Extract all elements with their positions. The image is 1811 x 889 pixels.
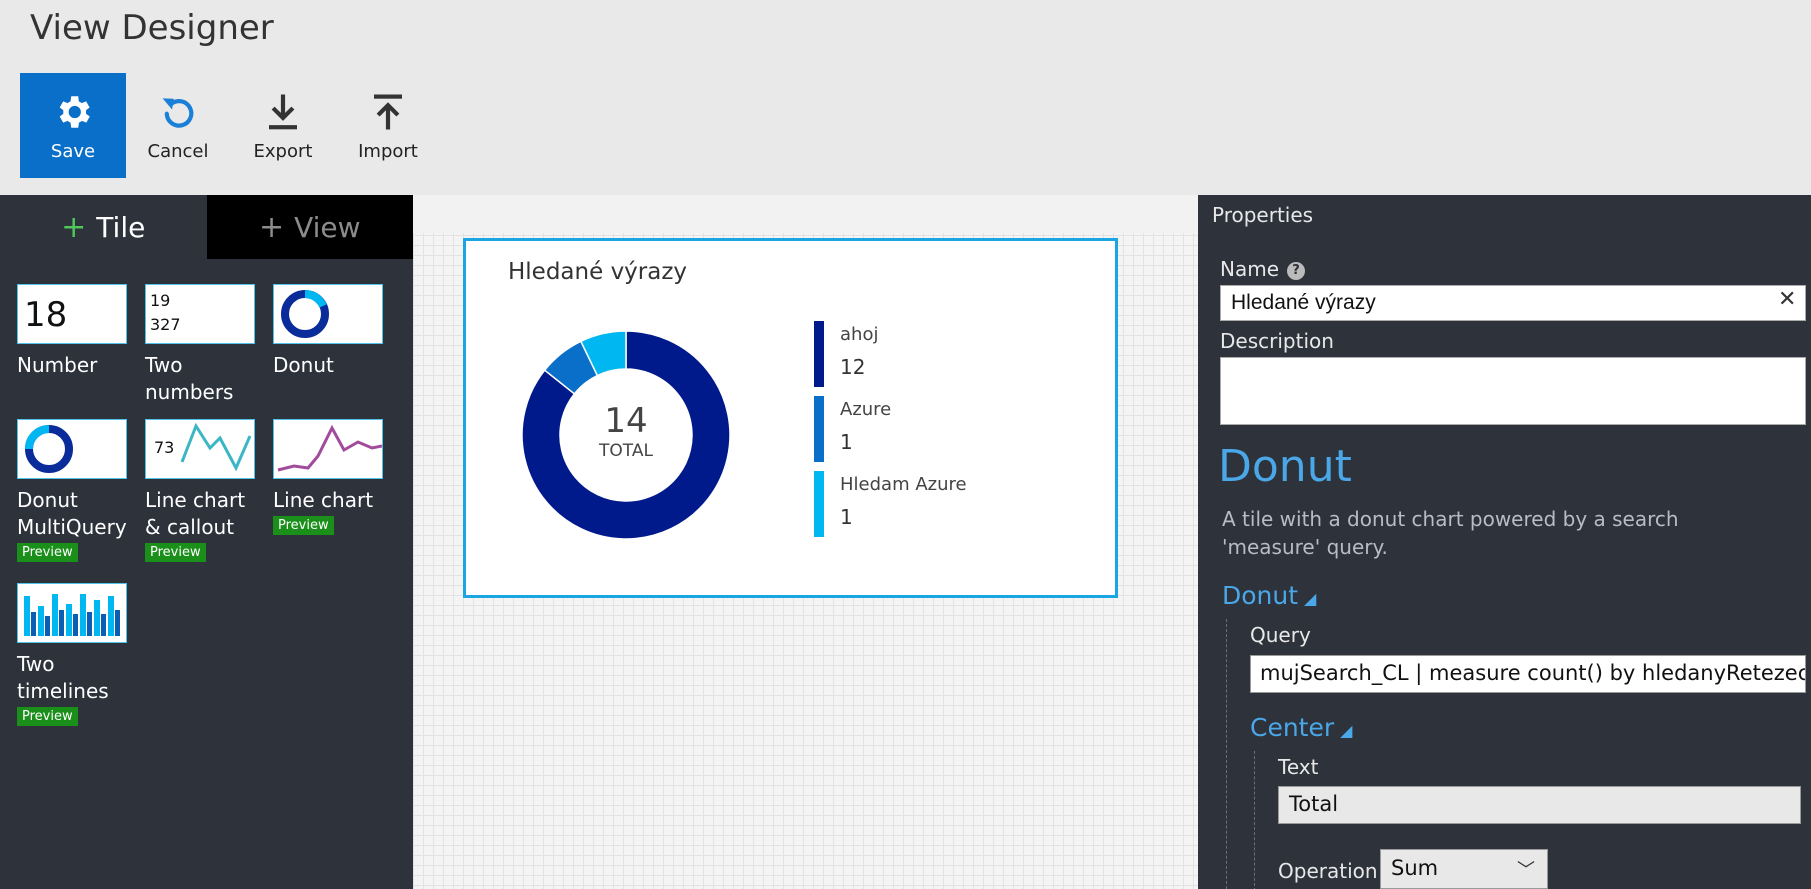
tile-thumbnail: 18 [17,284,127,344]
operation-label: Operation [1278,859,1378,883]
line-chart-thumbnail-icon [277,424,382,472]
legend-name: Hledam Azure [840,474,967,495]
design-canvas[interactable]: Hledané výrazy 14 TOTAL ahoj 12 Azure 1 … [413,195,1198,889]
tile-label: Donut [273,353,334,377]
tile-label: Line chart [273,488,374,512]
plus-icon: + [61,209,87,245]
preview-badge: Preview [17,707,78,726]
properties-panel: Properties Name? ✕ Description Donut A t… [1198,195,1811,889]
tab-tile[interactable]: + Tile [0,195,207,259]
preview-badge: Preview [273,516,334,535]
tile-type-heading: Donut [1218,441,1352,492]
name-input[interactable] [1220,285,1806,321]
page-title: View Designer [30,8,274,48]
timeline-thumbnail-icon [24,594,120,636]
thumb-number-bottom: 327 [150,315,181,334]
legend-name: ahoj [840,324,879,345]
donut-group-title: Donut [1222,581,1299,610]
indent-guide [1226,619,1227,889]
tile-label: Two timelines [17,652,109,703]
thumb-number-top: 19 [150,291,171,310]
cancel-label: Cancel [147,140,209,162]
cancel-button[interactable]: Cancel [125,73,231,178]
gallery-tabs: + Tile + View [0,195,413,259]
operation-value: Sum [1391,856,1439,880]
save-label: Save [50,140,96,162]
preview-badge: Preview [145,543,206,562]
legend-value: 12 [840,355,866,379]
chevron-down-icon: ﹀ [1517,860,1535,881]
query-input[interactable]: mujSearch_CL | measure count() by hledan… [1250,655,1806,693]
gear-icon [59,95,90,128]
query-label: Query [1250,623,1311,647]
tile-thumbnail [17,583,127,643]
import-label: Import [358,140,418,162]
legend-value: 1 [840,505,853,529]
donut-tile-card[interactable]: Hledané výrazy 14 TOTAL ahoj 12 Azure 1 … [463,238,1118,598]
legend-swatch [814,396,824,462]
export-button[interactable]: Export [230,73,336,178]
indent-guide [1254,751,1255,889]
line-chart-thumbnail-icon [180,422,252,472]
export-label: Export [253,140,313,162]
tile-number[interactable]: 18 Number [17,284,127,379]
description-label: Description [1220,329,1334,353]
clear-icon[interactable]: ✕ [1778,287,1796,312]
thumb-number: 18 [24,295,68,335]
tile-donut[interactable]: Donut [273,284,383,379]
collapse-triangle-icon: ◢ [1340,721,1353,740]
donut-thumbnail-icon [25,425,73,473]
tab-view[interactable]: + View [206,195,413,259]
operation-select[interactable]: Sum ﹀ [1380,849,1548,889]
header: View Designer Save Cancel Export Import [0,0,1811,195]
tile-thumbnail [273,419,383,479]
collapse-triangle-icon: ◢ [1304,589,1317,608]
tile-thumbnail: 19 327 [145,284,255,344]
tile-label: Two numbers [145,353,234,404]
upload-icon [374,94,402,129]
tile-thumbnail [17,419,127,479]
tile-type-description: A tile with a donut chart powered by a s… [1222,507,1679,559]
legend-swatch [814,321,824,387]
legend-swatch [814,471,824,537]
text-label: Text [1278,755,1319,779]
help-icon[interactable]: ? [1287,262,1306,280]
preview-badge: Preview [17,543,78,562]
center-group-toggle[interactable]: Center ◢ [1250,713,1352,742]
tile-line-chart-callout[interactable]: 73 Line chart & callout Preview [145,419,255,562]
download-icon [269,94,297,129]
plus-icon: + [258,209,285,245]
canvas-top-strip [413,195,1198,233]
save-button[interactable]: Save [20,73,126,178]
donut-thumbnail-icon [281,290,329,338]
tile-label: Donut MultiQuery [17,488,127,539]
legend-value: 1 [840,430,853,454]
legend-name: Azure [840,399,892,420]
tile-donut-multiquery[interactable]: Donut MultiQuery Preview [17,419,127,562]
donut-group-toggle[interactable]: Donut ◢ [1222,581,1316,610]
tile-line-chart[interactable]: Line chart Preview [273,419,383,535]
tile-two-timelines[interactable]: Two timelines Preview [17,583,127,726]
tile-gallery: + Tile + View 18 Number 19 327 Two numbe… [0,195,413,889]
description-input[interactable] [1220,357,1806,425]
undo-icon [162,97,194,128]
name-label-row: Name? [1220,257,1306,281]
donut-center-text: TOTAL [599,441,653,461]
tile-label: Line chart & callout [145,488,246,539]
tile-label: Number [17,353,98,377]
center-group-title: Center [1250,713,1335,742]
center-text-input[interactable]: Total [1278,786,1801,824]
tile-thumbnail: 73 [145,419,255,479]
tile-thumbnail [273,284,383,344]
tab-view-label: View [294,210,361,244]
import-button[interactable]: Import [335,73,441,178]
tile-title: Hledané výrazy [508,259,688,285]
tile-two-numbers[interactable]: 19 327 Two numbers [145,284,255,406]
donut-center-value: 14 [604,401,648,441]
properties-header: Properties [1212,203,1314,227]
name-label: Name [1220,257,1280,281]
tab-tile-label: Tile [96,210,146,244]
